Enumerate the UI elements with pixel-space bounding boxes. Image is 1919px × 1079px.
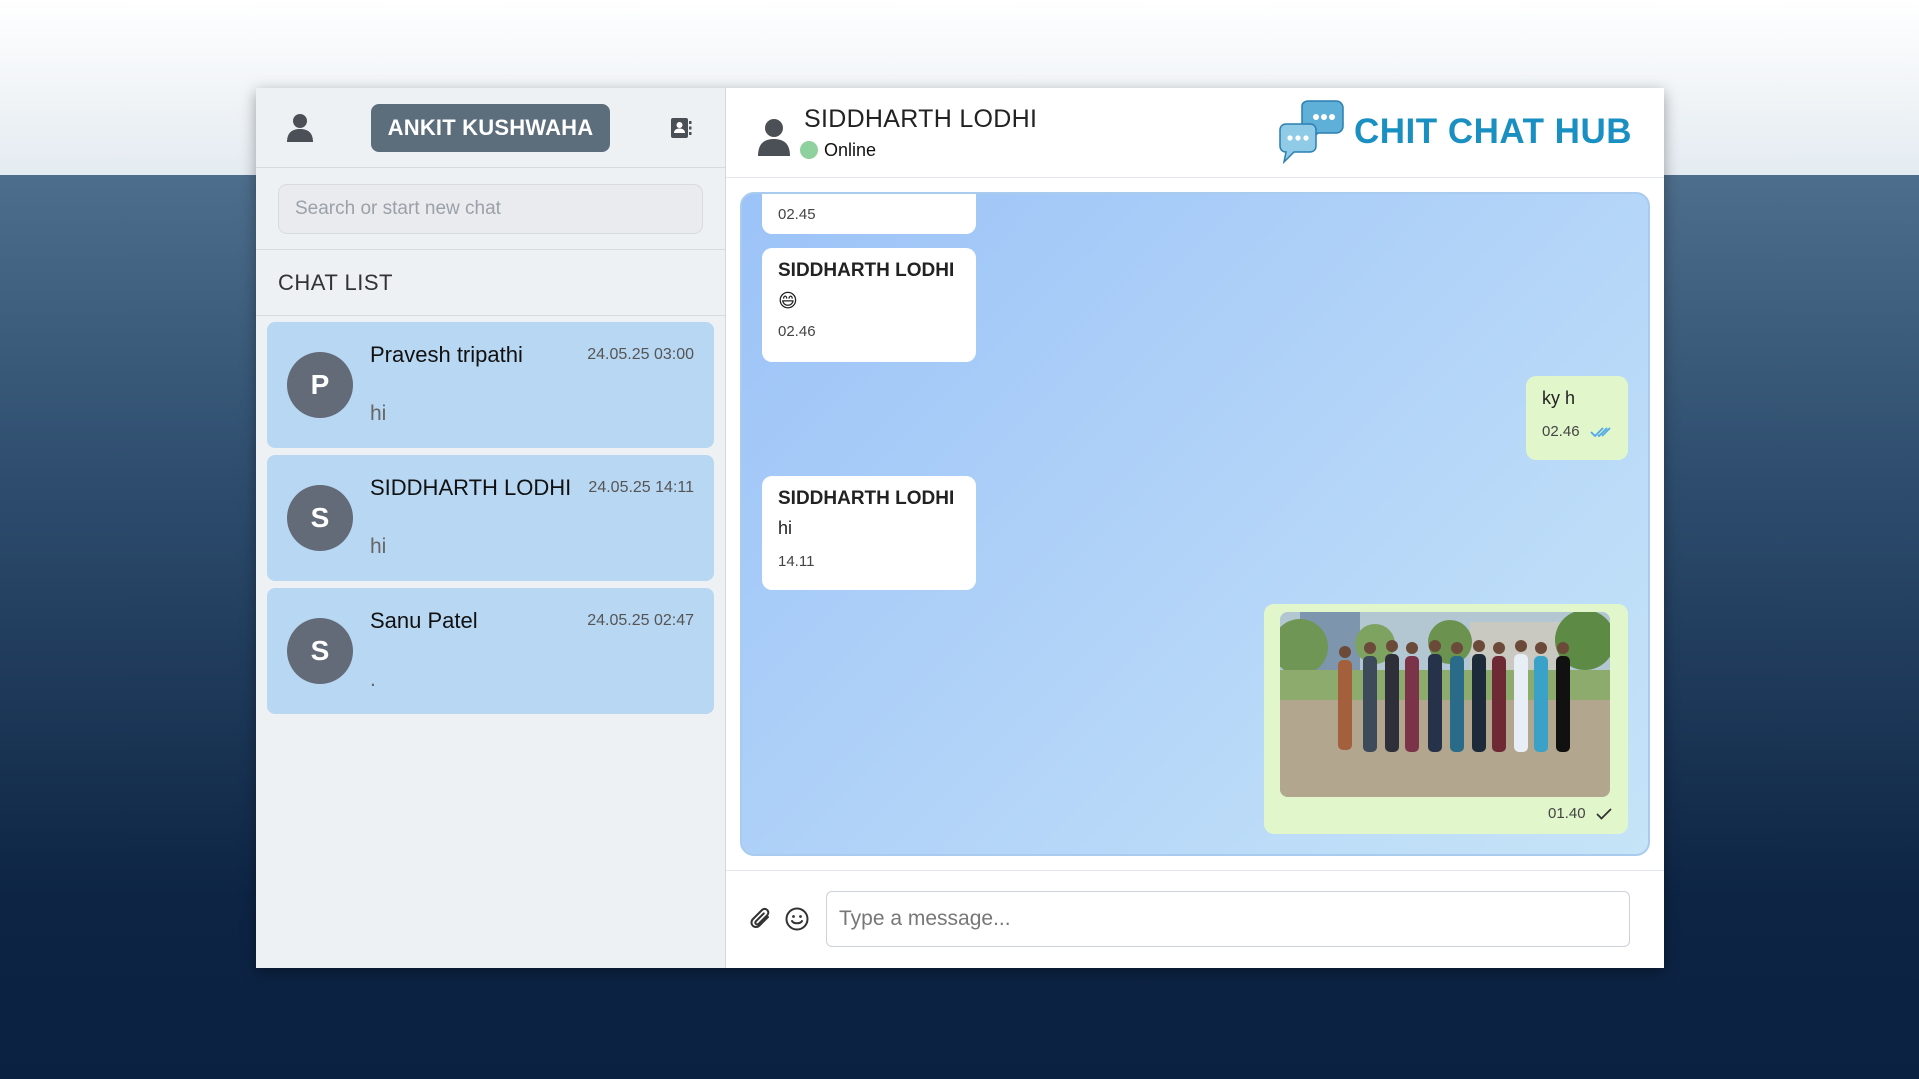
chat-name: SIDDHARTH LODHI	[370, 475, 572, 500]
contact-details: SIDDHARTH LODHI Online	[800, 104, 1038, 161]
message-sender: SIDDHARTH LODHI	[778, 260, 955, 282]
attachment-paperclip-icon[interactable]	[746, 904, 776, 934]
avatar: S	[287, 485, 353, 551]
chat-name: Pravesh tripathi	[370, 342, 523, 367]
contact-name: SIDDHARTH LODHI	[804, 104, 1038, 133]
avatar: S	[287, 618, 353, 684]
search-bar	[256, 168, 725, 250]
chat-list-item[interactable]: S SIDDHARTH LODHI 24.05.25 14:11 hi	[267, 455, 714, 581]
chat-timestamp: 24.05.25 14:11	[588, 479, 694, 496]
chat-list-item[interactable]: S Sanu Patel 24.05.25 02:47 .	[267, 588, 714, 714]
sidebar: ANKIT KUSHWAHA CHAT LIST P Pravesh tripa…	[256, 88, 726, 968]
double-check-read-icon	[1590, 427, 1611, 438]
chat-last-message: hi	[370, 535, 387, 558]
sidebar-header: ANKIT KUSHWAHA	[256, 88, 725, 168]
single-check-sent-icon	[1596, 808, 1612, 820]
brand-name: CHIT CHAT HUB	[1353, 112, 1632, 151]
chat-list-item[interactable]: P Pravesh tripathi 24.05.25 03:00 hi	[267, 322, 714, 448]
chat-timestamp: 24.05.25 03:00	[587, 346, 694, 363]
avatar: P	[287, 352, 353, 418]
chat-last-message: hi	[370, 402, 387, 425]
message-thread[interactable]: 02.45 SIDDHARTH LODHI 😄 02.46 ky h 02.46…	[740, 192, 1650, 856]
contact-avatar-icon	[758, 118, 790, 156]
outgoing-message: ky h 02.46	[1526, 376, 1628, 461]
message-composer	[726, 869, 1664, 968]
chat-timestamp: 24.05.25 02:47	[587, 612, 694, 629]
chat-app-window: ANKIT KUSHWAHA CHAT LIST P Pravesh tripa…	[256, 88, 1664, 968]
current-user-badge[interactable]: ANKIT KUSHWAHA	[370, 103, 611, 152]
status-label: Online	[824, 139, 877, 160]
brand-logo: CHIT CHAT HUB	[1278, 100, 1632, 164]
message-meta: 01.40	[1280, 805, 1612, 823]
incoming-message: SIDDHARTH LODHI hi 14.11	[762, 476, 976, 591]
chat-list: P Pravesh tripathi 24.05.25 03:00 hi S S…	[256, 316, 725, 727]
incoming-message: SIDDHARTH LODHI 😄 02.46	[762, 248, 976, 363]
message-text: ky h	[1542, 388, 1576, 409]
message-time: 02.46	[778, 323, 816, 341]
message-time: 14.11	[778, 553, 815, 571]
message-sender: SIDDHARTH LODHI	[778, 488, 955, 510]
incoming-message: 02.45	[762, 194, 976, 235]
chat-bubbles-logo-icon	[1279, 100, 1344, 164]
chat-name: Sanu Patel	[370, 608, 478, 633]
contacts-book-icon[interactable]	[661, 108, 701, 148]
message-text: 😄	[778, 291, 798, 313]
message-time: 02.46	[1542, 423, 1580, 441]
message-meta: 02.46	[1542, 423, 1612, 441]
search-input[interactable]	[278, 184, 703, 234]
chat-list-item-info: Sanu Patel 24.05.25 02:47 .	[370, 588, 694, 714]
chat-list-heading: CHAT LIST	[256, 250, 725, 316]
chat-last-message: .	[370, 668, 376, 691]
message-input[interactable]	[826, 891, 1630, 948]
contact-status: Online	[800, 140, 1037, 161]
message-time: 02.45	[778, 206, 816, 224]
profile-icon[interactable]	[280, 108, 320, 148]
group-photo-image[interactable]	[1280, 612, 1610, 798]
group-photo-illustration	[1280, 612, 1610, 798]
emoji-smiley-icon[interactable]	[782, 904, 812, 934]
online-dot-icon	[800, 141, 818, 160]
message-time: 01.40	[1548, 805, 1586, 823]
conversation-header: SIDDHARTH LODHI Online CHIT CHAT HUB	[726, 88, 1664, 179]
chat-list-item-info: Pravesh tripathi 24.05.25 03:00 hi	[370, 322, 694, 448]
conversation-panel: SIDDHARTH LODHI Online CHIT CHAT HUB 02.…	[726, 88, 1664, 968]
outgoing-image-message: 01.40	[1264, 604, 1628, 835]
chat-list-item-info: SIDDHARTH LODHI 24.05.25 14:11 hi	[370, 455, 694, 581]
message-text: hi	[778, 518, 793, 539]
